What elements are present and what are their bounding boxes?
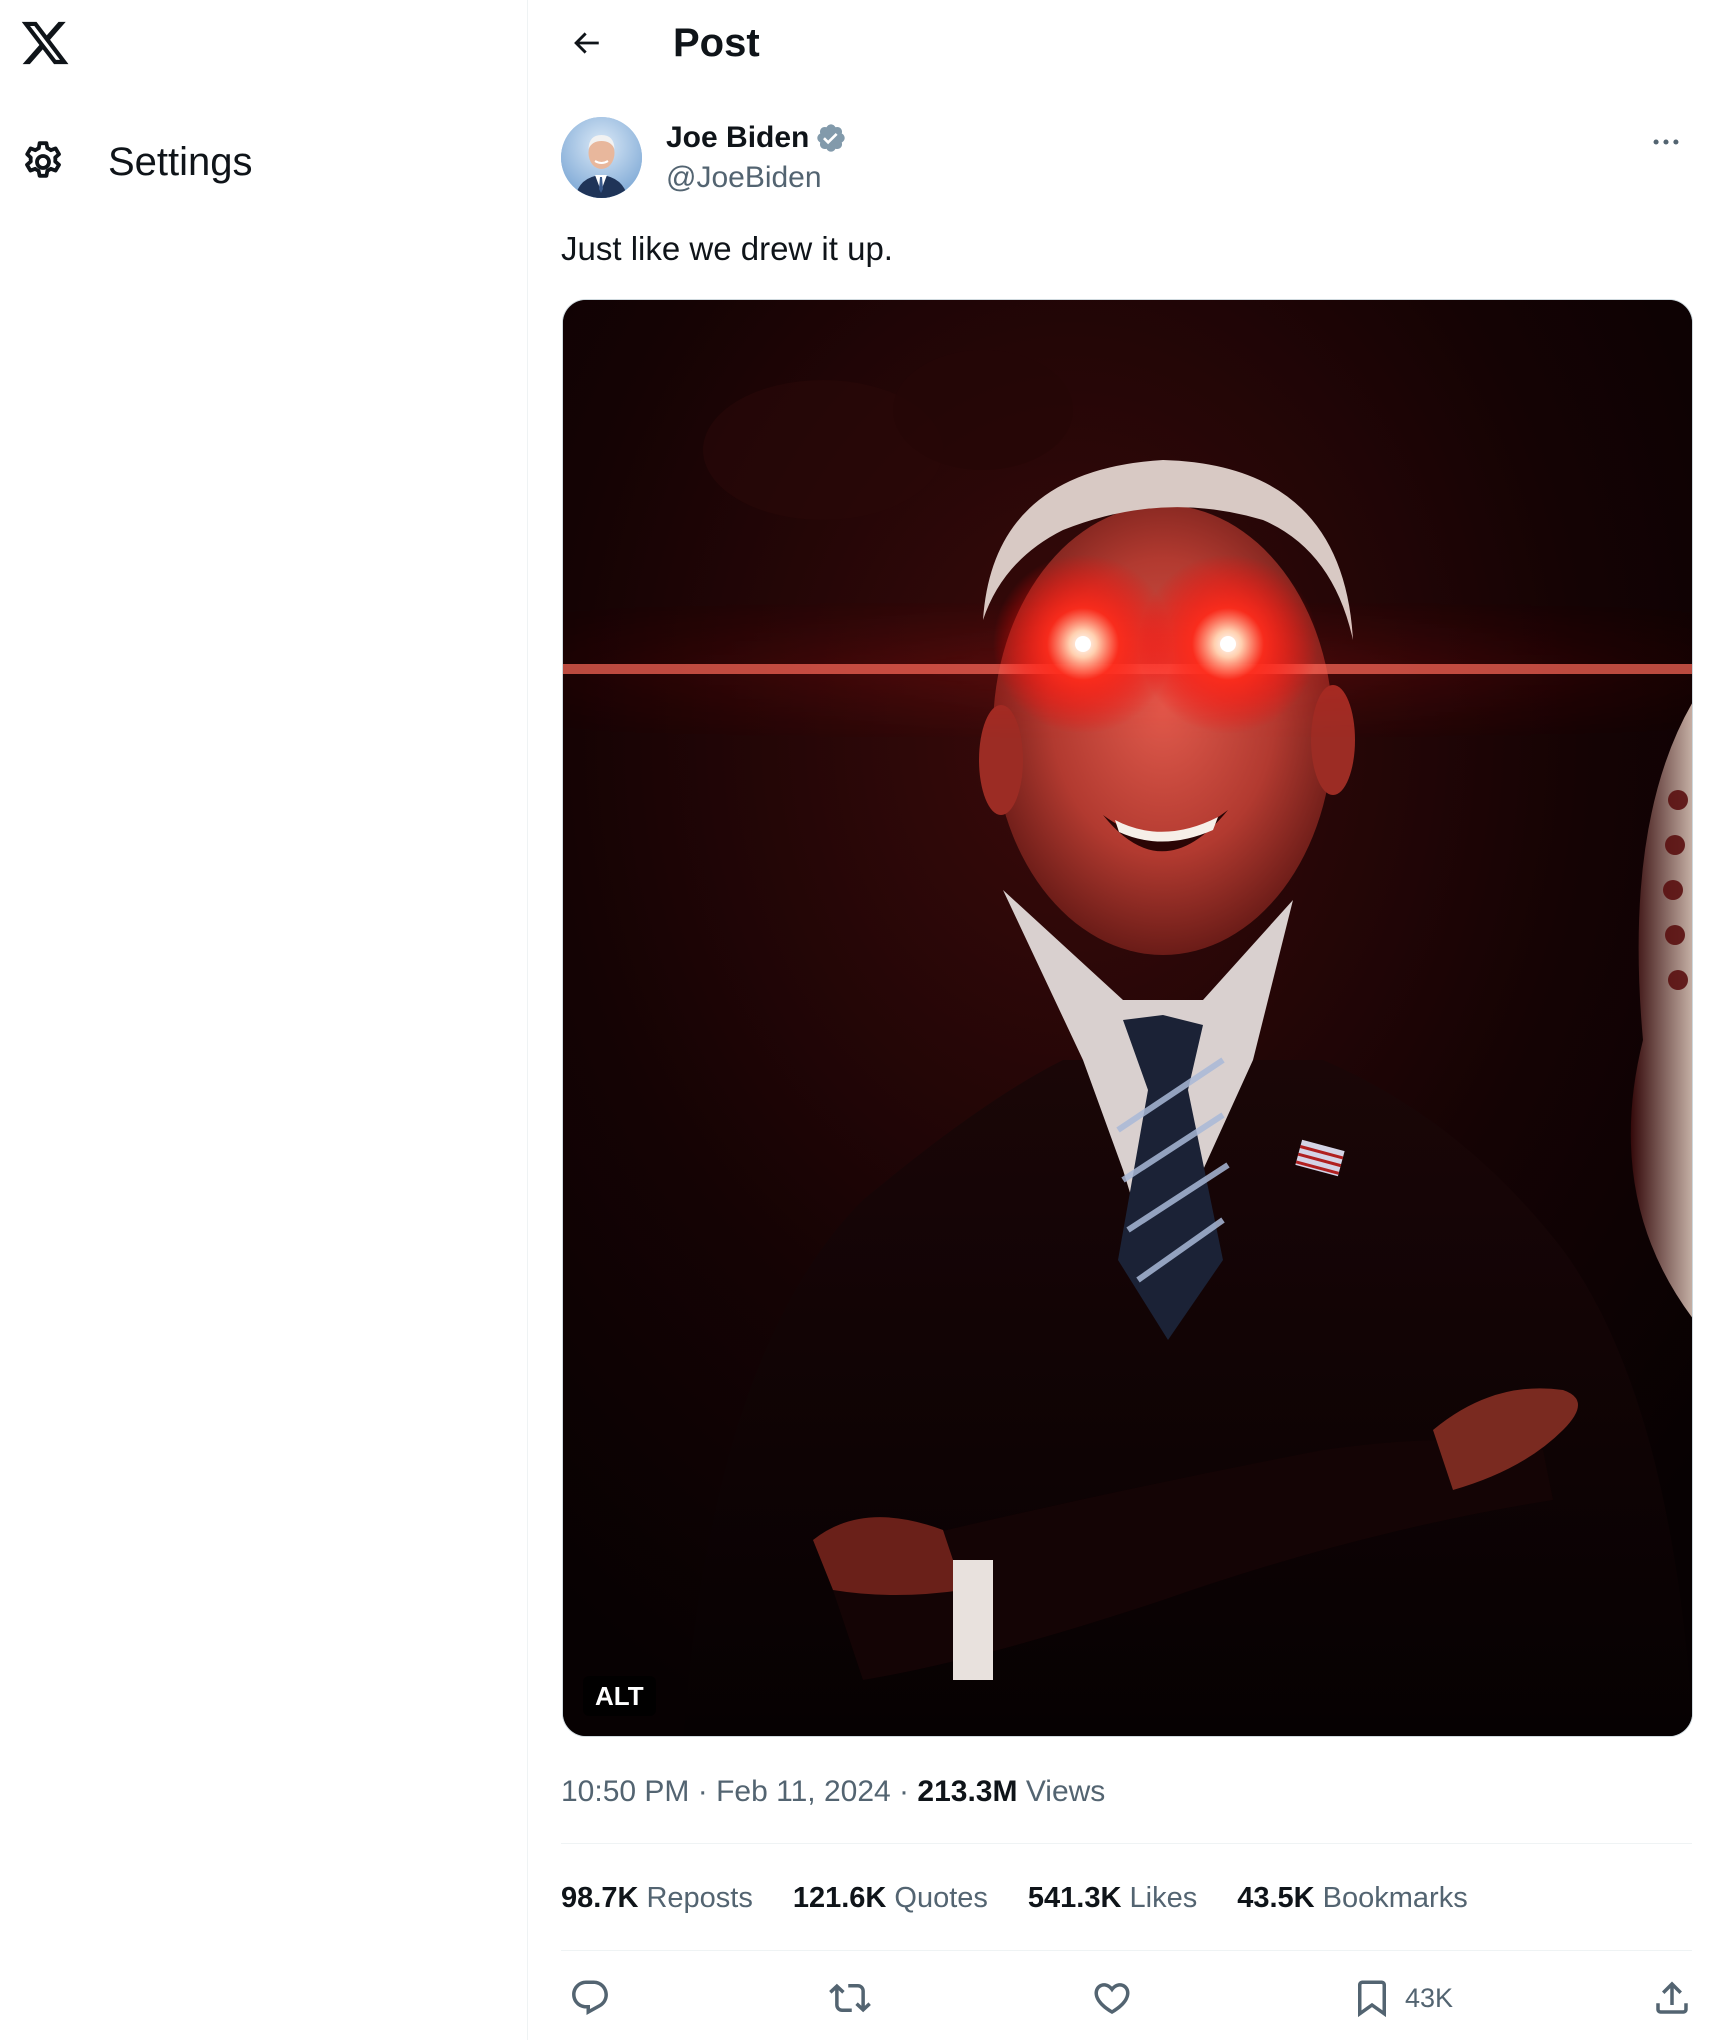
repost-icon bbox=[829, 1983, 871, 2013]
post-actions: 43K bbox=[561, 1970, 1692, 2026]
divider bbox=[561, 1950, 1692, 1951]
author-handle[interactable]: @JoeBiden bbox=[666, 159, 822, 197]
heart-icon bbox=[1094, 1983, 1130, 2015]
stat-reposts-count: 98.7K bbox=[561, 1882, 639, 1914]
alt-text-badge[interactable]: ALT bbox=[583, 1676, 656, 1716]
portrait-image bbox=[563, 300, 1692, 1736]
left-nav: Settings bbox=[0, 0, 528, 2040]
post-stats: 98.7K Reposts 121.6K Quotes 541.3K Likes… bbox=[561, 1878, 1468, 1918]
meta-separator: · bbox=[697, 1775, 708, 1808]
page-title: Post bbox=[673, 21, 760, 65]
post-text: Just like we drew it up. bbox=[561, 230, 893, 267]
stat-quotes-label: Quotes bbox=[894, 1882, 988, 1914]
post-author: Joe Biden @JoeBiden bbox=[561, 117, 1691, 201]
stat-likes-count: 541.3K bbox=[1027, 1882, 1122, 1914]
more-dots-icon bbox=[1653, 139, 1679, 145]
reply-icon bbox=[572, 1980, 608, 2015]
views-label: Views bbox=[1025, 1775, 1106, 1808]
verified-badge-icon[interactable] bbox=[815, 122, 847, 154]
page: Settings Post Joe Biden @JoeBiden Just l… bbox=[0, 0, 1718, 2040]
bookmark-count: 43K bbox=[1405, 1982, 1454, 2013]
stat-reposts[interactable]: 98.7K Reposts bbox=[561, 1878, 753, 1918]
like-button[interactable] bbox=[1091, 1970, 1133, 2026]
back-arrow-icon bbox=[574, 32, 599, 54]
divider bbox=[561, 1843, 1692, 1844]
stat-quotes[interactable]: 121.6K Quotes bbox=[793, 1878, 988, 1918]
post-meta: 10:50 PM · Feb 11, 2024 · 213.3M Views bbox=[561, 1772, 1105, 1812]
share-button[interactable] bbox=[1651, 1970, 1693, 2026]
author-name[interactable]: Joe Biden bbox=[666, 119, 847, 157]
repost-button[interactable] bbox=[829, 1970, 871, 2026]
bookmark-button[interactable]: 43K bbox=[1351, 1970, 1453, 2026]
back-button[interactable] bbox=[559, 16, 613, 70]
nav-settings-link[interactable]: Settings bbox=[14, 130, 314, 194]
main-column: Post Joe Biden @JoeBiden Just like we dr… bbox=[529, 0, 1718, 2040]
meta-separator-2: · bbox=[899, 1775, 910, 1808]
post-time[interactable]: 10:50 PM bbox=[561, 1775, 689, 1808]
author-name-text: Joe Biden bbox=[666, 121, 810, 154]
stat-quotes-count: 121.6K bbox=[792, 1882, 887, 1914]
views-count: 213.3M bbox=[917, 1775, 1018, 1808]
stat-bookmarks-label: Bookmarks bbox=[1322, 1882, 1468, 1914]
reply-button[interactable] bbox=[569, 1970, 611, 2026]
share-icon bbox=[1656, 1981, 1688, 2014]
x-logo-icon[interactable] bbox=[16, 14, 74, 72]
avatar[interactable] bbox=[561, 117, 642, 198]
stat-reposts-label: Reposts bbox=[646, 1882, 753, 1914]
stat-likes-label: Likes bbox=[1129, 1882, 1198, 1914]
more-options-button[interactable] bbox=[1641, 117, 1691, 167]
stat-bookmarks[interactable]: 43.5K Bookmarks bbox=[1237, 1878, 1468, 1918]
stat-bookmarks-count: 43.5K bbox=[1237, 1882, 1315, 1914]
bookmark-icon bbox=[1358, 1980, 1386, 2018]
post-image[interactable]: ALT bbox=[562, 299, 1693, 1737]
post-date[interactable]: Feb 11, 2024 bbox=[716, 1775, 891, 1808]
nav-settings-label: Settings bbox=[108, 139, 253, 184]
gear-icon bbox=[14, 133, 72, 191]
stat-likes[interactable]: 541.3K Likes bbox=[1028, 1878, 1197, 1918]
page-header: Post bbox=[529, 0, 1718, 86]
